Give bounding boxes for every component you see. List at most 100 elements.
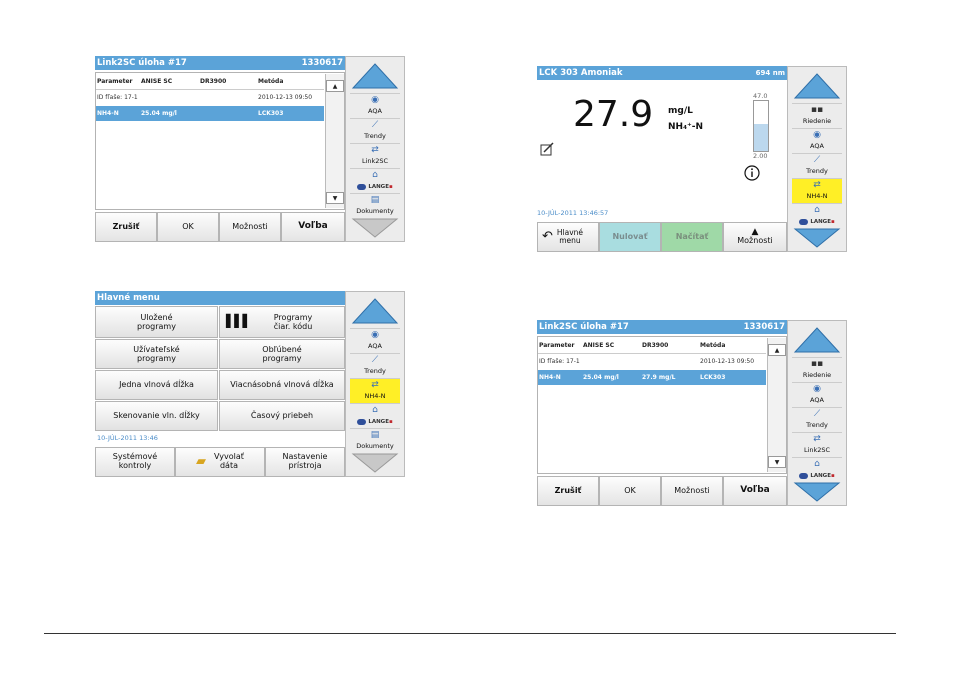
results-table: Parameter ANISE SC DR3900 Metóda ID fľaš… — [537, 336, 787, 474]
side-item-nh4n[interactable]: ⇄ NH4-N — [792, 178, 842, 203]
scroll-up-button[interactable]: ▲ — [768, 344, 786, 356]
scroll-down-arrow-icon[interactable] — [792, 227, 842, 249]
single-wavelength-button[interactable]: Jedna vlnová dĺžka — [95, 370, 218, 400]
link2sc-task-screen: Link2SC úloha #17 1330617 Parameter ANIS… — [95, 56, 345, 242]
results-table: Parameter ANISE SC DR3900 Metóda ID fľaš… — [95, 72, 345, 210]
side-item-lange[interactable]: ⌂ LANGE▪ — [792, 203, 842, 228]
hach-logo-icon — [799, 218, 809, 225]
range-bar — [753, 100, 769, 152]
side-item-aqa[interactable]: ◉ AQA — [350, 328, 400, 353]
main-menu-button[interactable]: ↶ Hlavné menu — [537, 222, 599, 252]
program-name: LCK 303 Amoniak — [539, 68, 623, 78]
bottle-date: 2010-12-13 09:50 — [258, 94, 313, 101]
task-id: 1330617 — [743, 322, 785, 332]
chart-icon: ⟋ — [371, 120, 379, 130]
edit-note-icon[interactable] — [540, 142, 554, 156]
title-bar: Link2SC úloha #17 1330617 — [537, 320, 787, 334]
select-button[interactable]: Voľba — [281, 212, 345, 242]
table-row-selected[interactable]: NH4-N 25.04 mg/l LCK303 — [96, 106, 324, 121]
side-item-trends[interactable]: ⟋ Trendy — [350, 118, 400, 143]
title-bar: Hlavné menu — [95, 291, 345, 305]
page-footer-rule — [44, 633, 896, 634]
method-name: LCK303 — [258, 110, 284, 117]
vertical-scrollbar[interactable]: ▲ ▼ — [767, 338, 786, 472]
side-item-trends[interactable]: ⟋ Trendy — [792, 407, 842, 432]
globe-icon: ◉ — [371, 330, 379, 340]
select-button[interactable]: Voľba — [723, 476, 787, 506]
stored-programs-button[interactable]: Uložené programy — [95, 306, 218, 338]
link-icon: ⇄ — [813, 434, 821, 444]
side-item-lange[interactable]: ⌂ LANGE▪ — [350, 168, 400, 193]
side-item-dilution[interactable]: ▪▪ Riedenie — [792, 103, 842, 128]
ok-button[interactable]: OK — [599, 476, 661, 506]
options-button[interactable]: Možnosti — [219, 212, 281, 242]
side-item-documents[interactable]: ▤ Dokumenty — [350, 428, 400, 453]
options-button[interactable]: Možnosti — [661, 476, 723, 506]
hach-logo-icon — [357, 183, 367, 190]
sensor-value: 25.04 mg/l — [141, 110, 177, 117]
scroll-down-button[interactable]: ▼ — [768, 456, 786, 468]
favorite-programs-button[interactable]: Obľúbené programy — [219, 339, 345, 369]
scroll-up-button[interactable]: ▲ — [326, 80, 344, 92]
timestamp: 10-JÚL-2011 13:46:57 — [537, 209, 609, 217]
title-bar: LCK 303 Amoniak 694 nm — [537, 66, 787, 80]
cancel-button[interactable]: Zrušiť — [537, 476, 599, 506]
info-icon[interactable] — [744, 165, 760, 181]
side-item-dilution[interactable]: ▪▪ Riedenie — [792, 357, 842, 382]
measurement-area: 27.9 mg/L NH₄⁺-N 47.0 2.00 10-JÚL-2011 1… — [537, 80, 787, 222]
zero-button[interactable]: Nulovať — [599, 222, 661, 252]
bottle-id: ID fľaše: 17-1 — [539, 358, 580, 365]
scroll-down-arrow-icon[interactable] — [350, 452, 400, 474]
header-method: Metóda — [258, 78, 284, 85]
ok-button[interactable]: OK — [157, 212, 219, 242]
table-row-selected[interactable]: NH4-N 25.04 mg/l 27.9 mg/L LCK303 — [538, 370, 766, 385]
side-item-aqa[interactable]: ◉ AQA — [792, 382, 842, 407]
side-toolbar: ◉ AQA ⟋ Trendy ⇄ Link2SC ⌂ LANGE▪ ▤ Dokumenty — [345, 56, 405, 242]
vertical-scrollbar[interactable]: ▲ ▼ — [325, 74, 344, 208]
side-item-link2sc[interactable]: ⇄ Link2SC — [792, 432, 842, 457]
cancel-button[interactable]: Zrušiť — [95, 212, 157, 242]
user-programs-button[interactable]: Užívateľské programy — [95, 339, 218, 369]
scroll-down-arrow-icon[interactable] — [350, 217, 400, 239]
instrument-setup-button[interactable]: Nastavenie prístroja — [265, 447, 345, 477]
screen-title: Link2SC úloha #17 — [539, 322, 629, 332]
scroll-down-arrow-icon[interactable] — [792, 481, 842, 503]
side-item-aqa[interactable]: ◉ AQA — [350, 93, 400, 118]
timestamp: 10-JÚL-2011 13:46 — [97, 434, 158, 442]
multi-wavelength-button[interactable]: Viacnásobná vlnová dĺžka — [219, 370, 345, 400]
side-item-lange[interactable]: ⌂ LANGE▪ — [792, 457, 842, 482]
side-item-aqa[interactable]: ◉ AQA — [792, 128, 842, 153]
scroll-down-button[interactable]: ▼ — [326, 192, 344, 204]
hach-logo-icon — [799, 472, 809, 479]
time-course-button[interactable]: Časový priebeh — [219, 401, 345, 431]
side-item-nh4n[interactable]: ⇄ NH4-N — [350, 378, 400, 403]
side-item-trends[interactable]: ⟋ Trendy — [350, 353, 400, 378]
scroll-up-arrow-icon[interactable] — [792, 324, 842, 356]
range-fill — [754, 123, 768, 151]
side-toolbar: ▪▪ Riedenie ◉ AQA ⟋ Trendy ⇄ Link2SC ⌂ LANGE▪ — [787, 320, 847, 506]
task-id: 1330617 — [301, 58, 343, 68]
chart-icon: ⟋ — [371, 355, 379, 365]
recall-data-button[interactable]: ▰ Vyvolať dáta — [175, 447, 265, 477]
home-icon: ⌂ — [372, 405, 378, 415]
screen-title: Hlavné menu — [97, 293, 160, 303]
button-bar: ↶ Hlavné menu Nulovať Načítať ▲ Možnosti — [537, 222, 787, 252]
read-button[interactable]: Načítať — [661, 222, 723, 252]
bottle-id: ID fľaše: 17-1 — [97, 94, 138, 101]
options-button[interactable]: ▲ Možnosti — [723, 222, 787, 252]
dilution-icon: ▪▪ — [810, 359, 824, 369]
wavelength-scan-button[interactable]: Skenovanie vln. dĺžky — [95, 401, 218, 431]
side-item-trends[interactable]: ⟋ Trendy — [792, 153, 842, 178]
scroll-up-arrow-icon[interactable] — [350, 60, 400, 92]
globe-icon: ◉ — [813, 384, 821, 394]
system-checks-button[interactable]: Systémové kontroly — [95, 447, 175, 477]
main-menu-screen: Hlavné menu Uložené programy ▌▌▌ Program… — [95, 291, 345, 477]
scroll-up-arrow-icon[interactable] — [792, 70, 842, 102]
link-icon: ⇄ — [371, 380, 379, 390]
side-item-link2sc[interactable]: ⇄ Link2SC — [350, 143, 400, 168]
scroll-up-arrow-icon[interactable] — [350, 295, 400, 327]
species: NH₄⁺-N — [668, 122, 704, 132]
side-item-lange[interactable]: ⌂ LANGE▪ — [350, 403, 400, 428]
barcode-programs-button[interactable]: ▌▌▌ Programy čiar. kódu — [219, 306, 345, 338]
side-item-documents[interactable]: ▤ Dokumenty — [350, 193, 400, 218]
